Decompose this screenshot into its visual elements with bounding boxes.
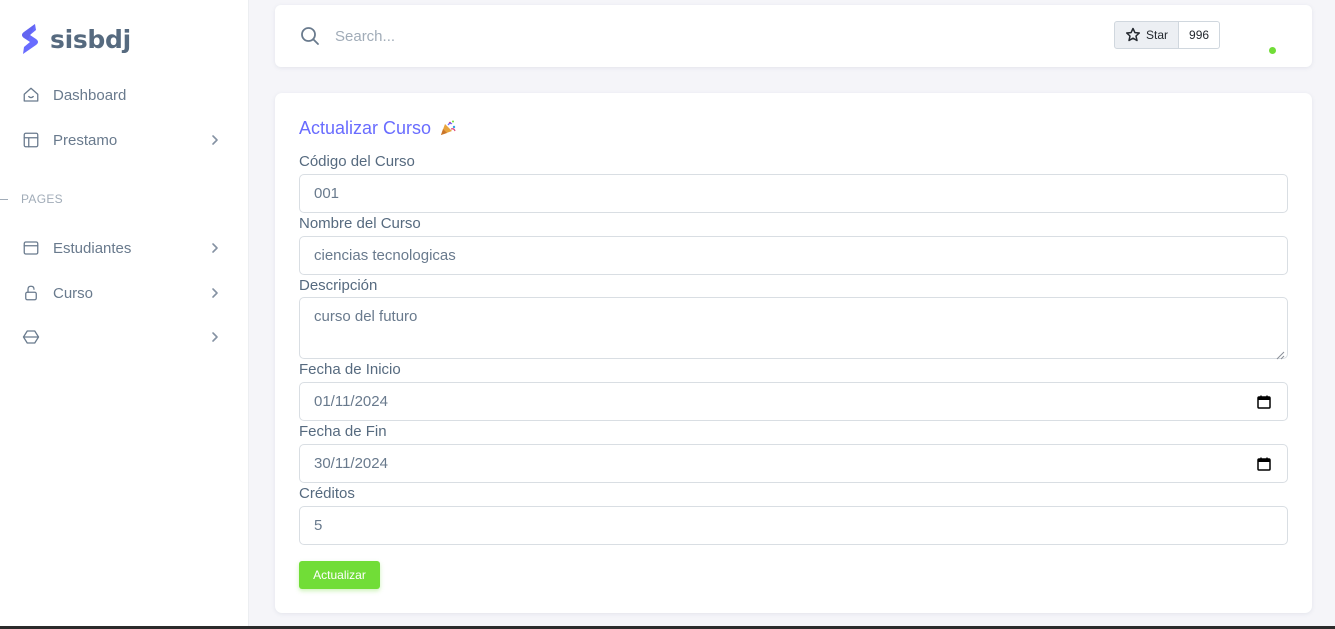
descripcion-value: curso del futuro [314,308,418,325]
calendar-icon[interactable] [1257,395,1271,409]
sidebar-item-label: Estudiantes [53,239,132,257]
fecha-fin-label: Fecha de Fin [299,423,387,440]
sidebar-item-curso[interactable]: Curso [14,273,236,313]
lock-open-icon [22,284,40,302]
fecha-inicio-value: 01/11/2024 [314,393,388,410]
brand[interactable]: sisbdj [20,22,131,56]
section-divider [0,198,8,200]
sidebar-item-extra[interactable] [14,317,236,357]
online-status-indicator [1269,47,1276,54]
sidebar-item-prestamo[interactable]: Prestamo [14,120,236,160]
home-smile-icon [22,86,40,104]
nombre-value: ciencias tecnologicas [314,247,456,264]
fecha-fin-value: 30/11/2024 [314,455,388,472]
chevron-right-icon [208,241,222,255]
party-popper-icon [441,120,456,135]
creditos-value: 5 [314,517,323,534]
codigo-input[interactable]: 001 [299,174,1288,213]
sidebar-item-estudiantes[interactable]: Estudiantes [14,228,236,268]
creditos-input[interactable]: 5 [299,506,1288,545]
search-input[interactable] [335,23,735,49]
cube-icon [22,328,40,346]
sidebar-item-label: Curso [53,284,94,302]
layout-icon [22,131,40,149]
github-star-count[interactable]: 996 [1179,21,1221,49]
creditos-label: Créditos [299,485,355,502]
window-icon [22,239,40,257]
card-title: Actualizar Curso [299,117,457,139]
top-navbar: Star 996 [275,5,1312,67]
calendar-icon[interactable] [1257,457,1271,471]
sidebar-item-dashboard[interactable]: Dashboard [14,75,236,115]
fecha-inicio-label: Fecha de Inicio [299,361,401,378]
brand-logo-icon [22,24,38,54]
section-header-pages: PAGES [0,190,63,208]
card-title-text: Actualizar Curso [299,117,432,138]
resize-handle-icon[interactable] [1276,347,1285,360]
search-icon[interactable] [300,26,320,46]
section-header-label: PAGES [21,192,63,206]
nombre-input[interactable]: ciencias tecnologicas [299,236,1288,275]
sidebar-item-label: Prestamo [53,131,118,149]
codigo-value: 001 [314,185,340,202]
brand-name: sisbdj [50,24,131,54]
fecha-fin-input[interactable]: 30/11/2024 [299,444,1288,483]
github-star-widget: Star 996 [1114,21,1221,49]
update-course-card: Actualizar Curso Código del Curso 001 No… [275,93,1312,613]
chevron-right-icon [208,330,222,344]
descripcion-label: Descripción [299,277,378,294]
fecha-inicio-input[interactable]: 01/11/2024 [299,382,1288,421]
star-icon [1125,27,1141,42]
codigo-label: Código del Curso [299,153,415,170]
chevron-right-icon [208,133,222,147]
sidebar-item-label: Dashboard [53,86,127,104]
nombre-label: Nombre del Curso [299,215,421,232]
actualizar-button[interactable]: Actualizar [299,561,380,589]
github-star-label: Star [1146,28,1169,42]
descripcion-textarea[interactable]: curso del futuro [299,297,1288,360]
github-star-button[interactable]: Star [1114,21,1180,49]
chevron-right-icon [208,286,222,300]
sidebar: sisbdj Dashboard Prestamo PAGES Estudian… [0,0,249,629]
